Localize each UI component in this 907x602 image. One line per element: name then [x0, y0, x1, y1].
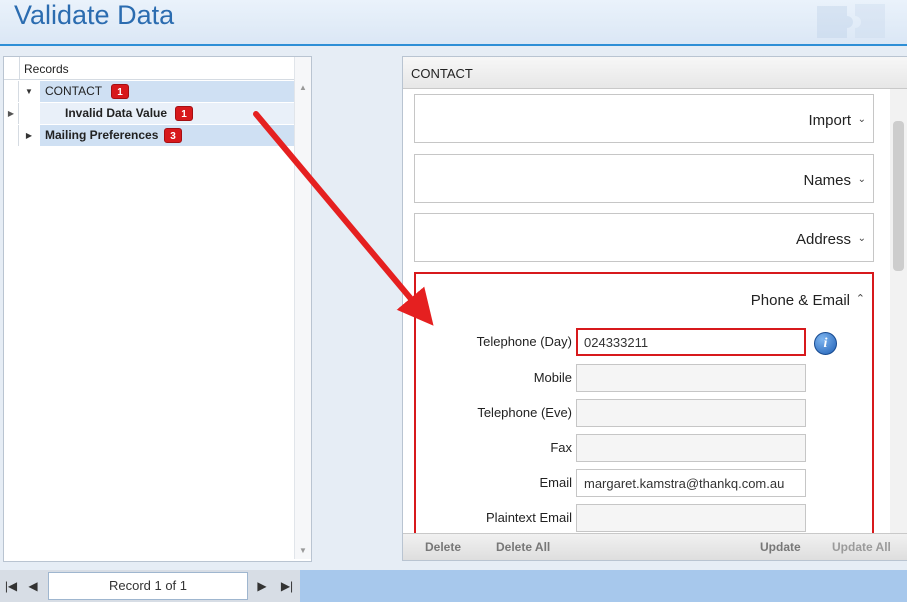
detail-header-label: CONTACT	[411, 66, 473, 81]
section-title: Address	[795, 231, 851, 248]
previous-record-icon[interactable]: ◀	[22, 573, 44, 599]
record-navigator: |◀ ◀ Record 1 of 1 ▶ ▶|	[0, 570, 907, 602]
tree-row-label: CONTACT	[45, 84, 103, 98]
tree-row-invalid-data-value[interactable]: ▶ Invalid Data Value 1	[4, 103, 295, 124]
page-title: Validate Data	[14, 0, 175, 30]
update-all-button[interactable]: Update All	[832, 540, 891, 554]
detail-scrollbar[interactable]	[890, 89, 907, 533]
field-label: Telephone (Eve)	[477, 405, 572, 420]
section-address[interactable]: Address ⌄	[414, 213, 874, 262]
records-scrollbar[interactable]: ▲ ▼	[294, 57, 311, 559]
field-row-mobile: Mobile	[416, 364, 872, 394]
scrollbar-thumb[interactable]	[893, 121, 904, 271]
puzzle-decoration-icon	[817, 4, 885, 38]
field-label: Telephone (Day)	[476, 334, 572, 349]
scroll-up-icon[interactable]: ▲	[295, 83, 311, 92]
telephone-eve-input[interactable]	[576, 399, 806, 427]
next-record-icon[interactable]: ▶	[251, 573, 273, 599]
detail-panel: CONTACT Import ⌄ Names ⌄ Address ⌄ Phone…	[402, 56, 907, 561]
delete-all-button[interactable]: Delete All	[496, 540, 550, 554]
delete-button[interactable]: Delete	[425, 540, 461, 554]
tree-row-label: Invalid Data Value	[65, 106, 168, 120]
section-names[interactable]: Names ⌄	[414, 154, 874, 203]
field-row-email: Email margaret.kamstra@thankq.com.au	[416, 469, 872, 499]
field-label: Mobile	[533, 370, 572, 385]
field-label: Email	[539, 475, 572, 490]
triangle-down-icon[interactable]: ▼	[22, 81, 36, 102]
field-row-fax: Fax	[416, 434, 872, 464]
records-header-label: Records	[24, 62, 69, 76]
field-row-telephone-day: Telephone (Day) 024333211 i	[416, 328, 872, 358]
detail-header: CONTACT	[403, 57, 907, 89]
error-count-badge: 3	[164, 128, 182, 143]
scroll-down-icon[interactable]: ▼	[295, 546, 311, 555]
records-column-header: Records	[4, 57, 295, 80]
tree-row-contact[interactable]: ▼ CONTACT 1	[4, 81, 295, 102]
chevron-down-icon[interactable]: ⌄	[858, 174, 866, 185]
triangle-right-icon[interactable]: ▶	[4, 103, 19, 124]
chevron-down-icon[interactable]: ⌄	[858, 114, 866, 125]
field-row-plaintext-email: Plaintext Email	[416, 504, 872, 534]
email-input[interactable]: margaret.kamstra@thankq.com.au	[576, 469, 806, 497]
first-record-icon[interactable]: |◀	[0, 573, 22, 599]
section-title: Names	[803, 172, 851, 189]
error-count-badge: 1	[111, 84, 129, 99]
section-title[interactable]: Phone & Email	[751, 292, 850, 309]
action-bar: Delete Delete All Update Update All	[403, 533, 907, 560]
section-title: Import	[808, 112, 851, 129]
field-label: Fax	[550, 440, 572, 455]
field-label: Plaintext Email	[486, 510, 572, 525]
tree-row-mailing-preferences[interactable]: ▶ Mailing Preferences 3	[4, 125, 295, 146]
record-position: Record 1 of 1	[48, 572, 248, 600]
section-phone-email: Phone & Email ⌃ Telephone (Day) 02433321…	[414, 272, 874, 536]
fax-input[interactable]	[576, 434, 806, 462]
field-row-telephone-eve: Telephone (Eve)	[416, 399, 872, 429]
plaintext-email-input[interactable]	[576, 504, 806, 532]
info-icon[interactable]: i	[814, 332, 837, 355]
mobile-input[interactable]	[576, 364, 806, 392]
page-header: Validate Data	[0, 0, 907, 46]
last-record-icon[interactable]: ▶|	[276, 573, 298, 599]
telephone-day-input[interactable]: 024333211	[576, 328, 806, 356]
chevron-up-icon[interactable]: ⌃	[856, 292, 865, 305]
update-button[interactable]: Update	[760, 540, 801, 554]
error-count-badge: 1	[175, 106, 193, 121]
tree-row-label: Mailing Preferences	[45, 128, 159, 142]
chevron-down-icon[interactable]: ⌄	[858, 233, 866, 244]
records-panel: Records ▼ CONTACT 1 ▶ Invalid Data Value…	[3, 56, 312, 562]
triangle-right-icon[interactable]: ▶	[22, 125, 36, 146]
section-import[interactable]: Import ⌄	[414, 94, 874, 143]
